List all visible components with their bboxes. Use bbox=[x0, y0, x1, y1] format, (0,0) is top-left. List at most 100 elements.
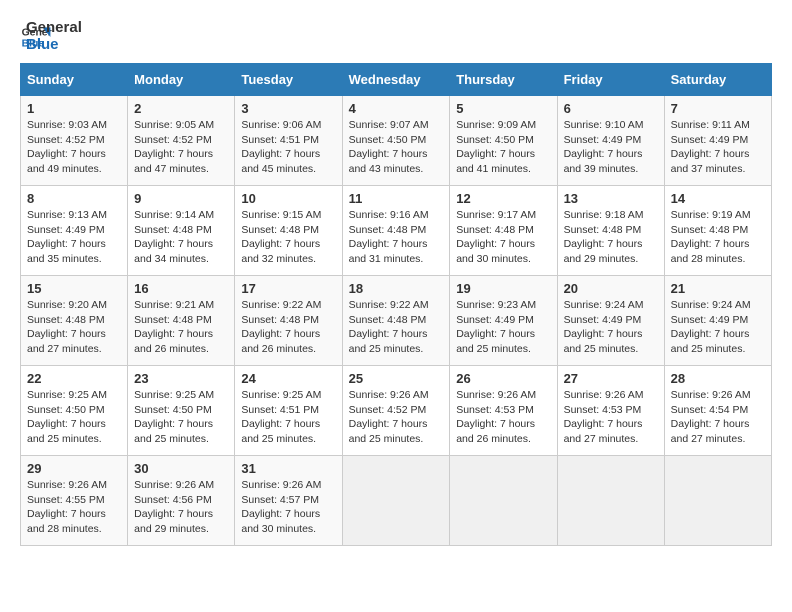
day-detail: Sunrise: 9:26 AMSunset: 4:57 PMDaylight:… bbox=[241, 479, 321, 535]
calendar-cell: 18 Sunrise: 9:22 AMSunset: 4:48 PMDaylig… bbox=[342, 276, 450, 366]
day-detail: Sunrise: 9:10 AMSunset: 4:49 PMDaylight:… bbox=[564, 119, 644, 175]
day-number: 14 bbox=[671, 191, 765, 206]
calendar-cell: 1 Sunrise: 9:03 AMSunset: 4:52 PMDayligh… bbox=[21, 96, 128, 186]
day-detail: Sunrise: 9:26 AMSunset: 4:55 PMDaylight:… bbox=[27, 479, 107, 535]
logo-blue: Blue bbox=[26, 37, 82, 54]
day-number: 1 bbox=[27, 101, 121, 116]
calendar-cell: 13 Sunrise: 9:18 AMSunset: 4:48 PMDaylig… bbox=[557, 186, 664, 276]
day-detail: Sunrise: 9:14 AMSunset: 4:48 PMDaylight:… bbox=[134, 209, 214, 265]
day-number: 8 bbox=[27, 191, 121, 206]
calendar-cell: 8 Sunrise: 9:13 AMSunset: 4:49 PMDayligh… bbox=[21, 186, 128, 276]
calendar-cell: 29 Sunrise: 9:26 AMSunset: 4:55 PMDaylig… bbox=[21, 456, 128, 546]
day-number: 24 bbox=[241, 371, 335, 386]
day-number: 2 bbox=[134, 101, 228, 116]
calendar-cell: 28 Sunrise: 9:26 AMSunset: 4:54 PMDaylig… bbox=[664, 366, 771, 456]
day-number: 6 bbox=[564, 101, 658, 116]
calendar-cell: 27 Sunrise: 9:26 AMSunset: 4:53 PMDaylig… bbox=[557, 366, 664, 456]
calendar-header-wednesday: Wednesday bbox=[342, 64, 450, 96]
day-detail: Sunrise: 9:26 AMSunset: 4:53 PMDaylight:… bbox=[456, 389, 536, 445]
day-detail: Sunrise: 9:26 AMSunset: 4:52 PMDaylight:… bbox=[349, 389, 429, 445]
day-number: 25 bbox=[349, 371, 444, 386]
day-number: 17 bbox=[241, 281, 335, 296]
calendar-cell: 10 Sunrise: 9:15 AMSunset: 4:48 PMDaylig… bbox=[235, 186, 342, 276]
calendar-cell: 6 Sunrise: 9:10 AMSunset: 4:49 PMDayligh… bbox=[557, 96, 664, 186]
day-detail: Sunrise: 9:16 AMSunset: 4:48 PMDaylight:… bbox=[349, 209, 429, 265]
calendar-cell: 21 Sunrise: 9:24 AMSunset: 4:49 PMDaylig… bbox=[664, 276, 771, 366]
day-number: 20 bbox=[564, 281, 658, 296]
day-detail: Sunrise: 9:22 AMSunset: 4:48 PMDaylight:… bbox=[241, 299, 321, 355]
day-detail: Sunrise: 9:26 AMSunset: 4:53 PMDaylight:… bbox=[564, 389, 644, 445]
calendar-cell bbox=[557, 456, 664, 546]
day-detail: Sunrise: 9:26 AMSunset: 4:54 PMDaylight:… bbox=[671, 389, 751, 445]
day-detail: Sunrise: 9:07 AMSunset: 4:50 PMDaylight:… bbox=[349, 119, 429, 175]
calendar-cell: 5 Sunrise: 9:09 AMSunset: 4:50 PMDayligh… bbox=[450, 96, 557, 186]
day-number: 18 bbox=[349, 281, 444, 296]
logo-general: General bbox=[26, 20, 82, 37]
day-number: 9 bbox=[134, 191, 228, 206]
calendar-cell: 12 Sunrise: 9:17 AMSunset: 4:48 PMDaylig… bbox=[450, 186, 557, 276]
calendar-header-thursday: Thursday bbox=[450, 64, 557, 96]
day-detail: Sunrise: 9:23 AMSunset: 4:49 PMDaylight:… bbox=[456, 299, 536, 355]
day-number: 26 bbox=[456, 371, 550, 386]
calendar-header-sunday: Sunday bbox=[21, 64, 128, 96]
day-number: 22 bbox=[27, 371, 121, 386]
day-detail: Sunrise: 9:25 AMSunset: 4:50 PMDaylight:… bbox=[134, 389, 214, 445]
day-number: 27 bbox=[564, 371, 658, 386]
day-detail: Sunrise: 9:26 AMSunset: 4:56 PMDaylight:… bbox=[134, 479, 214, 535]
day-detail: Sunrise: 9:15 AMSunset: 4:48 PMDaylight:… bbox=[241, 209, 321, 265]
calendar-week-row: 15 Sunrise: 9:20 AMSunset: 4:48 PMDaylig… bbox=[21, 276, 772, 366]
day-number: 15 bbox=[27, 281, 121, 296]
calendar-cell: 20 Sunrise: 9:24 AMSunset: 4:49 PMDaylig… bbox=[557, 276, 664, 366]
day-number: 4 bbox=[349, 101, 444, 116]
calendar-header-row: SundayMondayTuesdayWednesdayThursdayFrid… bbox=[21, 64, 772, 96]
day-detail: Sunrise: 9:13 AMSunset: 4:49 PMDaylight:… bbox=[27, 209, 107, 265]
calendar-cell: 23 Sunrise: 9:25 AMSunset: 4:50 PMDaylig… bbox=[128, 366, 235, 456]
page-header: General Blue General Blue bbox=[20, 20, 772, 53]
calendar-table: SundayMondayTuesdayWednesdayThursdayFrid… bbox=[20, 63, 772, 546]
calendar-cell: 4 Sunrise: 9:07 AMSunset: 4:50 PMDayligh… bbox=[342, 96, 450, 186]
calendar-cell bbox=[450, 456, 557, 546]
day-number: 29 bbox=[27, 461, 121, 476]
day-number: 3 bbox=[241, 101, 335, 116]
day-detail: Sunrise: 9:09 AMSunset: 4:50 PMDaylight:… bbox=[456, 119, 536, 175]
day-detail: Sunrise: 9:06 AMSunset: 4:51 PMDaylight:… bbox=[241, 119, 321, 175]
day-number: 23 bbox=[134, 371, 228, 386]
day-detail: Sunrise: 9:11 AMSunset: 4:49 PMDaylight:… bbox=[671, 119, 750, 175]
calendar-cell: 25 Sunrise: 9:26 AMSunset: 4:52 PMDaylig… bbox=[342, 366, 450, 456]
calendar-cell bbox=[342, 456, 450, 546]
calendar-cell: 19 Sunrise: 9:23 AMSunset: 4:49 PMDaylig… bbox=[450, 276, 557, 366]
day-number: 21 bbox=[671, 281, 765, 296]
calendar-week-row: 22 Sunrise: 9:25 AMSunset: 4:50 PMDaylig… bbox=[21, 366, 772, 456]
day-number: 12 bbox=[456, 191, 550, 206]
day-detail: Sunrise: 9:25 AMSunset: 4:51 PMDaylight:… bbox=[241, 389, 321, 445]
calendar-cell: 16 Sunrise: 9:21 AMSunset: 4:48 PMDaylig… bbox=[128, 276, 235, 366]
calendar-cell: 31 Sunrise: 9:26 AMSunset: 4:57 PMDaylig… bbox=[235, 456, 342, 546]
day-detail: Sunrise: 9:24 AMSunset: 4:49 PMDaylight:… bbox=[564, 299, 644, 355]
calendar-cell: 24 Sunrise: 9:25 AMSunset: 4:51 PMDaylig… bbox=[235, 366, 342, 456]
day-number: 28 bbox=[671, 371, 765, 386]
calendar-header-monday: Monday bbox=[128, 64, 235, 96]
day-number: 11 bbox=[349, 191, 444, 206]
calendar-cell: 26 Sunrise: 9:26 AMSunset: 4:53 PMDaylig… bbox=[450, 366, 557, 456]
day-detail: Sunrise: 9:22 AMSunset: 4:48 PMDaylight:… bbox=[349, 299, 429, 355]
calendar-cell: 22 Sunrise: 9:25 AMSunset: 4:50 PMDaylig… bbox=[21, 366, 128, 456]
calendar-header-friday: Friday bbox=[557, 64, 664, 96]
day-number: 5 bbox=[456, 101, 550, 116]
calendar-cell: 17 Sunrise: 9:22 AMSunset: 4:48 PMDaylig… bbox=[235, 276, 342, 366]
day-number: 13 bbox=[564, 191, 658, 206]
day-number: 19 bbox=[456, 281, 550, 296]
day-detail: Sunrise: 9:17 AMSunset: 4:48 PMDaylight:… bbox=[456, 209, 536, 265]
day-detail: Sunrise: 9:25 AMSunset: 4:50 PMDaylight:… bbox=[27, 389, 107, 445]
calendar-week-row: 1 Sunrise: 9:03 AMSunset: 4:52 PMDayligh… bbox=[21, 96, 772, 186]
day-detail: Sunrise: 9:03 AMSunset: 4:52 PMDaylight:… bbox=[27, 119, 107, 175]
calendar-header-saturday: Saturday bbox=[664, 64, 771, 96]
calendar-header-tuesday: Tuesday bbox=[235, 64, 342, 96]
day-number: 30 bbox=[134, 461, 228, 476]
day-detail: Sunrise: 9:20 AMSunset: 4:48 PMDaylight:… bbox=[27, 299, 107, 355]
calendar-cell: 14 Sunrise: 9:19 AMSunset: 4:48 PMDaylig… bbox=[664, 186, 771, 276]
day-detail: Sunrise: 9:21 AMSunset: 4:48 PMDaylight:… bbox=[134, 299, 214, 355]
calendar-cell: 3 Sunrise: 9:06 AMSunset: 4:51 PMDayligh… bbox=[235, 96, 342, 186]
calendar-cell: 15 Sunrise: 9:20 AMSunset: 4:48 PMDaylig… bbox=[21, 276, 128, 366]
day-detail: Sunrise: 9:18 AMSunset: 4:48 PMDaylight:… bbox=[564, 209, 644, 265]
day-detail: Sunrise: 9:24 AMSunset: 4:49 PMDaylight:… bbox=[671, 299, 751, 355]
